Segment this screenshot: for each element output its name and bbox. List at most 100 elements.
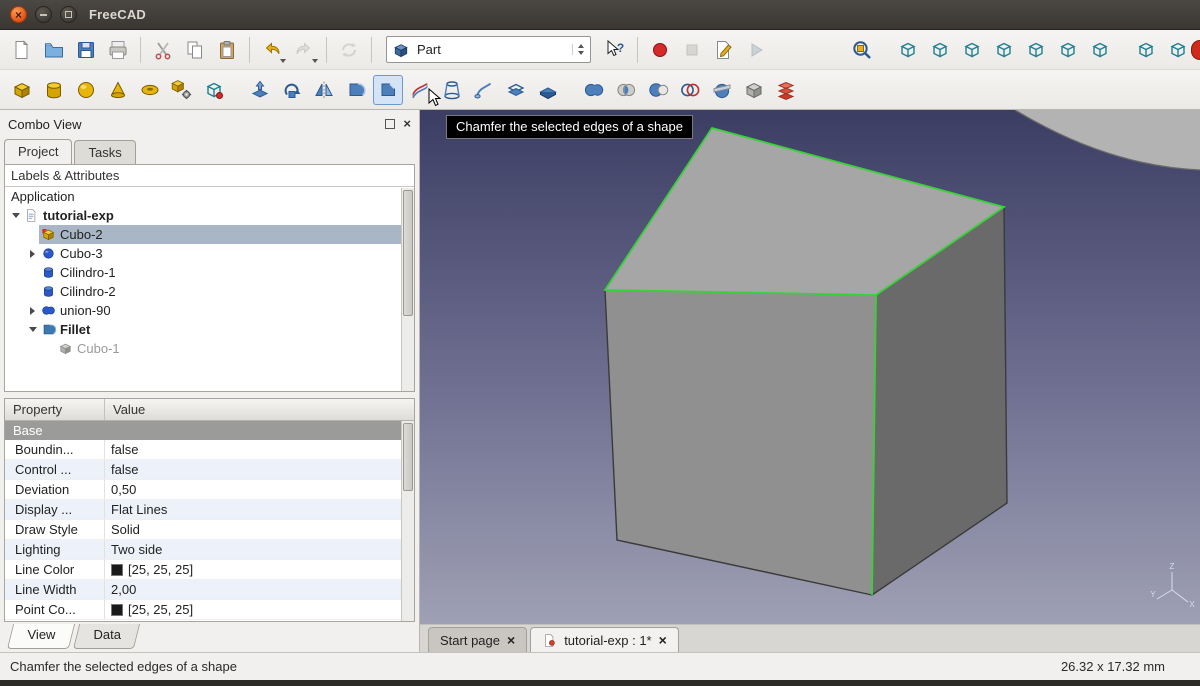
close-tab-icon[interactable]: × xyxy=(507,634,515,646)
property-value[interactable]: false xyxy=(105,440,414,459)
property-value[interactable]: Flat Lines xyxy=(105,500,414,519)
tree-expander-icon[interactable] xyxy=(26,307,39,315)
paste-button[interactable] xyxy=(212,35,242,65)
property-value[interactable]: [25, 25, 25] xyxy=(105,600,414,619)
view-right-button[interactable] xyxy=(989,35,1019,65)
macro-record-button[interactable] xyxy=(645,35,675,65)
part-revolve-button[interactable] xyxy=(277,75,307,105)
whats-this-button[interactable]: ? xyxy=(600,35,630,65)
property-value[interactable]: Solid xyxy=(105,520,414,539)
copy-button[interactable] xyxy=(180,35,210,65)
part-thickness-button[interactable] xyxy=(533,75,563,105)
property-row[interactable]: Display ...Flat Lines xyxy=(5,500,414,520)
tree-item-cilindro-2[interactable]: Cilindro-2 xyxy=(5,282,414,301)
view-rotate-left-button[interactable] xyxy=(1131,35,1161,65)
tree-item-tutorial-exp[interactable]: tutorial-exp xyxy=(5,206,414,225)
property-value[interactable]: [25, 25, 25] xyxy=(105,560,414,579)
tree-item-cilindro-1[interactable]: Cilindro-1 xyxy=(5,263,414,282)
open-document-button[interactable] xyxy=(39,35,69,65)
property-row[interactable]: LightingTwo side xyxy=(5,540,414,560)
view-rotate-right-button[interactable] xyxy=(1163,35,1193,65)
new-document-button[interactable] xyxy=(7,35,37,65)
part-section-button[interactable] xyxy=(707,75,737,105)
part-compound-button[interactable] xyxy=(739,75,769,105)
cut-button[interactable] xyxy=(148,35,178,65)
property-scrollbar[interactable] xyxy=(401,421,414,621)
property-row[interactable]: Draw StyleSolid xyxy=(5,520,414,540)
redo-button[interactable] xyxy=(289,35,319,65)
view-front-button[interactable] xyxy=(925,35,955,65)
part-torus-button[interactable] xyxy=(135,75,165,105)
view-bottom-button[interactable] xyxy=(1053,35,1083,65)
dropdown-arrow-icon[interactable] xyxy=(280,59,286,63)
tab-project[interactable]: Project xyxy=(4,139,72,164)
tree-expander-icon[interactable] xyxy=(9,213,22,218)
part-cylinder-button[interactable] xyxy=(39,75,69,105)
part-primitives-button[interactable] xyxy=(167,75,197,105)
view-top-button[interactable] xyxy=(957,35,987,65)
close-panel-icon[interactable]: × xyxy=(403,119,411,129)
maximize-window-button[interactable] xyxy=(60,6,77,23)
part-sphere-button[interactable] xyxy=(71,75,101,105)
close-window-button[interactable]: × xyxy=(10,6,27,23)
property-row[interactable]: Control ...false xyxy=(5,460,414,480)
view-left-button[interactable] xyxy=(1085,35,1115,65)
part-boolean-cut-button[interactable] xyxy=(643,75,673,105)
tree-item-cubo-1[interactable]: Cubo-1 xyxy=(5,339,414,358)
refresh-button[interactable] xyxy=(334,35,364,65)
macro-edit-button[interactable] xyxy=(709,35,739,65)
part-extrude-button[interactable] xyxy=(245,75,275,105)
part-boolean-button[interactable] xyxy=(675,75,705,105)
print-button[interactable] xyxy=(103,35,133,65)
save-document-button[interactable] xyxy=(71,35,101,65)
view-rear-button[interactable] xyxy=(1021,35,1051,65)
tree-item-cubo-3[interactable]: Cubo-3 xyxy=(5,244,414,263)
part-boolean-common-button[interactable] xyxy=(611,75,641,105)
property-value[interactable]: Two side xyxy=(105,540,414,559)
part-offset-button[interactable] xyxy=(501,75,531,105)
part-box-button[interactable] xyxy=(7,75,37,105)
tree-item-union-90[interactable]: union-90 xyxy=(5,301,414,320)
view-axonometric-button[interactable] xyxy=(893,35,923,65)
part-sweep-button[interactable] xyxy=(469,75,499,105)
property-value[interactable]: false xyxy=(105,460,414,479)
3d-viewport[interactable]: Z Y X xyxy=(420,110,1200,624)
document-tab-tutorial-exp-1-[interactable]: tutorial-exp : 1*× xyxy=(530,627,679,652)
tree-root-application[interactable]: Application xyxy=(5,187,414,206)
property-group-base[interactable]: Base xyxy=(5,421,414,440)
property-value[interactable]: 2,00 xyxy=(105,580,414,599)
property-column-header[interactable]: Property xyxy=(5,399,105,420)
tab-view[interactable]: View xyxy=(7,624,75,649)
property-row[interactable]: Point Co...[25, 25, 25] xyxy=(5,600,414,620)
value-column-header[interactable]: Value xyxy=(105,399,145,420)
tree-scrollbar[interactable] xyxy=(401,188,414,391)
property-row[interactable]: Line Width2,00 xyxy=(5,580,414,600)
float-panel-icon[interactable] xyxy=(385,119,395,129)
tree-expander-icon[interactable] xyxy=(26,327,39,332)
document-tab-start-page[interactable]: Start page× xyxy=(428,627,527,652)
tab-data[interactable]: Data xyxy=(73,624,141,649)
dropdown-arrow-icon[interactable] xyxy=(312,59,318,63)
part-cone-button[interactable] xyxy=(103,75,133,105)
part-chamfer-button[interactable] xyxy=(373,75,403,105)
part-mirror-button[interactable] xyxy=(309,75,339,105)
macro-play-button[interactable] xyxy=(741,35,771,65)
property-value[interactable]: 0,50 xyxy=(105,480,414,499)
workbench-selector[interactable]: Part xyxy=(386,36,591,63)
tree-expander-icon[interactable] xyxy=(26,250,39,258)
minimize-window-button[interactable] xyxy=(35,6,52,23)
property-row[interactable]: Boundin...false xyxy=(5,440,414,460)
tab-tasks[interactable]: Tasks xyxy=(74,140,135,164)
titlebar[interactable]: × FreeCAD xyxy=(0,0,1200,30)
cube-object[interactable] xyxy=(605,128,1007,595)
macro-stop-button[interactable] xyxy=(677,35,707,65)
undo-button[interactable] xyxy=(257,35,287,65)
close-tab-icon[interactable]: × xyxy=(659,634,667,646)
part-cross-sections-button[interactable] xyxy=(771,75,801,105)
view-fit-all-button[interactable] xyxy=(847,35,877,65)
tree-item-cubo-2[interactable]: Cubo-2 xyxy=(5,225,414,244)
property-row[interactable]: Line Color[25, 25, 25] xyxy=(5,560,414,580)
property-row[interactable]: Deviation0,50 xyxy=(5,480,414,500)
part-boolean-fuse-button[interactable] xyxy=(579,75,609,105)
combo-stepper-icon[interactable] xyxy=(572,44,587,55)
